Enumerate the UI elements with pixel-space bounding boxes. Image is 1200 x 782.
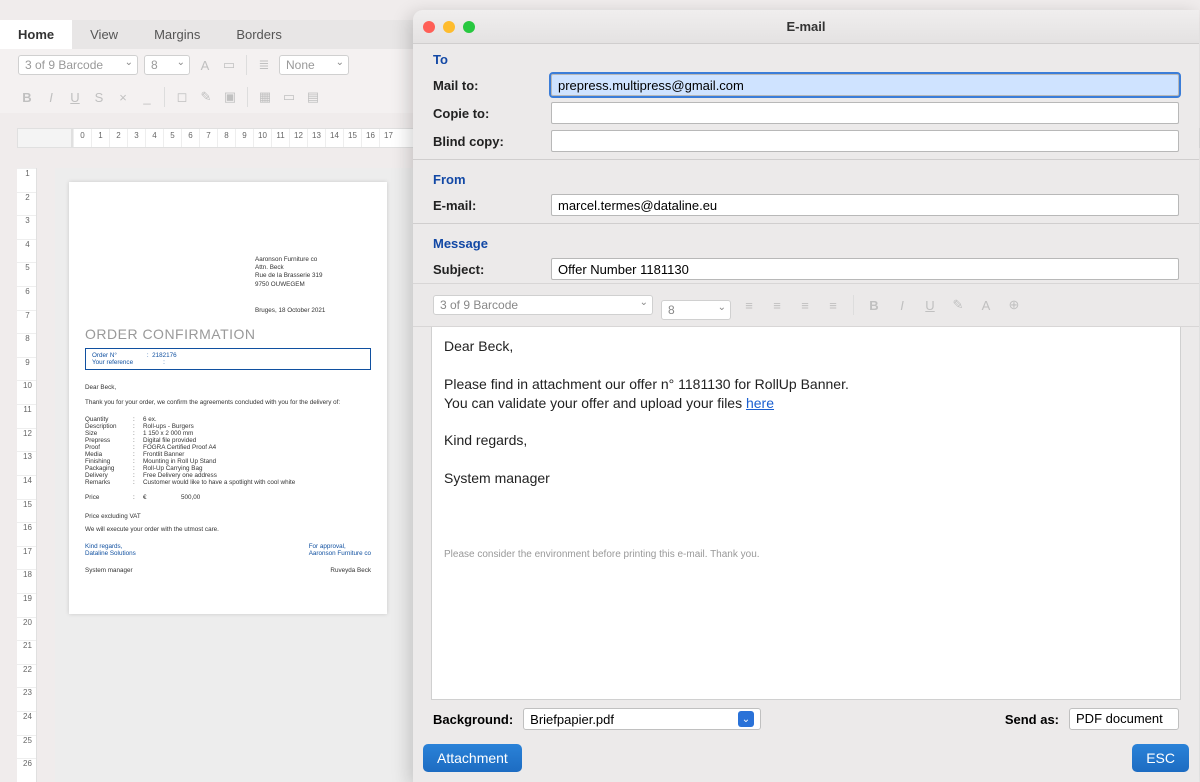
document-page: Aaronson Furniture coAttn. BeckRue de la… <box>69 182 387 614</box>
from-section-label: From <box>413 164 1199 191</box>
signature-block: Kind regards,Dataline Solutions For appr… <box>85 543 371 557</box>
esc-button[interactable]: ESC <box>1132 744 1189 772</box>
order-label: Order N° <box>92 352 117 359</box>
image-icon[interactable]: ▭ <box>280 88 298 106</box>
addressee-block: Aaronson Furniture coAttn. BeckRue de la… <box>255 256 371 289</box>
mailto-label: Mail to: <box>433 78 551 93</box>
clear-icon[interactable]: × <box>114 88 132 106</box>
body-signature: System manager <box>444 469 1168 488</box>
color-icon[interactable]: ▣ <box>221 88 239 106</box>
link-icon[interactable]: ⊕ <box>1004 295 1024 315</box>
bold-icon[interactable]: B <box>18 88 36 106</box>
body-line1: Please find in attachment our offer n° 1… <box>444 375 1168 394</box>
validate-link[interactable]: here <box>746 395 774 411</box>
tab-margins[interactable]: Margins <box>136 20 218 49</box>
body-line2: You can validate your offer and upload y… <box>444 394 1168 413</box>
window-title: E-mail <box>413 19 1199 34</box>
reference-box: Order N°: 2182176 Your reference: <box>85 348 371 370</box>
titlebar: E-mail <box>413 10 1199 44</box>
copie-label: Copie to: <box>433 106 551 121</box>
sendas-label: Send as: <box>1005 712 1059 727</box>
font-size-select[interactable]: 8 <box>144 55 190 75</box>
msg-size-select[interactable]: 8 <box>661 300 731 320</box>
font-toolbar: 3 of 9 Barcode 8 A ▭ ≣ None <box>0 49 420 81</box>
message-body[interactable]: Dear Beck, Please find in attachment our… <box>431 327 1181 700</box>
background-value: Briefpapier.pdf <box>530 712 614 727</box>
subject-input[interactable] <box>551 258 1179 280</box>
sendas-select[interactable]: PDF document <box>1069 708 1179 730</box>
align-center-icon[interactable]: ≡ <box>767 295 787 315</box>
chart-icon[interactable]: ▤ <box>304 88 322 106</box>
ref-label: Your reference <box>92 359 133 366</box>
editor-tabs: HomeViewMarginsBorders <box>0 20 420 49</box>
underline-icon[interactable]: U <box>920 295 940 315</box>
italic-icon[interactable]: I <box>42 88 60 106</box>
ruler-vertical: 1234567891011121314151617181920212223242… <box>17 168 37 782</box>
highlight-icon[interactable]: ▭ <box>220 56 238 74</box>
document-title: ORDER CONFIRMATION <box>85 326 371 342</box>
action-bar: Attachment ESC <box>413 738 1199 782</box>
format-icon[interactable]: ✎ <box>948 295 968 315</box>
shape-icon[interactable]: ◻ <box>173 88 191 106</box>
format-toolbar: B I U S × _ ◻ ✎ ▣ ▦ ▭ ▤ <box>0 81 420 113</box>
message-section-label: Message <box>413 228 1199 255</box>
email-window: E-mail To Mail to: Copie to: Blind copy:… <box>413 10 1199 782</box>
mailto-input[interactable] <box>551 74 1179 96</box>
attachment-button[interactable]: Attachment <box>423 744 522 772</box>
doc-details: Quantity:6 ex.Description:Roll-ups - Bur… <box>85 416 371 486</box>
list-icon[interactable]: ≣ <box>255 56 273 74</box>
body-footer: Please consider the environment before p… <box>444 548 1168 562</box>
strike-icon[interactable]: S <box>90 88 108 106</box>
bold-icon[interactable]: B <box>864 295 884 315</box>
bcc-label: Blind copy: <box>433 134 551 149</box>
background-select[interactable]: Briefpapier.pdf ⌄ <box>523 708 761 730</box>
doc-greeting: Dear Beck, <box>85 384 371 391</box>
message-toolbar: 3 of 9 Barcode 8 ≡ ≡ ≡ ≡ B I U ✎ A ⊕ <box>413 283 1199 327</box>
chevron-down-icon[interactable]: ⌄ <box>738 711 754 727</box>
msg-font-select[interactable]: 3 of 9 Barcode <box>433 295 653 315</box>
tab-home[interactable]: Home <box>0 20 72 49</box>
ruler-corner <box>17 128 72 148</box>
order-value: 2182176 <box>152 352 177 359</box>
table-icon[interactable]: ▦ <box>256 88 274 106</box>
underline-icon[interactable]: U <box>66 88 84 106</box>
line-spacing-select[interactable]: None <box>279 55 349 75</box>
font-color-icon[interactable]: A <box>976 295 996 315</box>
tab-borders[interactable]: Borders <box>218 20 300 49</box>
tab-view[interactable]: View <box>72 20 136 49</box>
body-regards: Kind regards, <box>444 431 1168 450</box>
ex-vat: Price excluding VAT <box>85 513 371 520</box>
subscript-icon[interactable]: _ <box>138 88 156 106</box>
align-justify-icon[interactable]: ≡ <box>823 295 843 315</box>
font-color-icon[interactable]: A <box>196 56 214 74</box>
document-date: Bruges, 18 October 2021 <box>255 307 371 314</box>
subject-label: Subject: <box>433 262 551 277</box>
font-select[interactable]: 3 of 9 Barcode <box>18 55 138 75</box>
align-left-icon[interactable]: ≡ <box>739 295 759 315</box>
bottom-row: Background: Briefpapier.pdf ⌄ Send as: P… <box>413 700 1199 738</box>
italic-icon[interactable]: I <box>892 295 912 315</box>
price-row: Price: € 500,00 <box>85 494 371 501</box>
background-label: Background: <box>433 712 513 727</box>
align-right-icon[interactable]: ≡ <box>795 295 815 315</box>
document-editor: HomeViewMarginsBorders 3 of 9 Barcode 8 … <box>0 20 420 113</box>
body-greeting: Dear Beck, <box>444 337 1168 356</box>
draw-icon[interactable]: ✎ <box>197 88 215 106</box>
from-label: E-mail: <box>433 198 551 213</box>
doc-intro: Thank you for your order, we confirm the… <box>85 399 371 406</box>
execute-line: We will execute your order with the utmo… <box>85 526 371 533</box>
from-input[interactable] <box>551 194 1179 216</box>
copie-input[interactable] <box>551 102 1179 124</box>
to-section-label: To <box>413 44 1199 71</box>
sm-block: System managerRuveyda Beck <box>85 567 371 574</box>
bcc-input[interactable] <box>551 130 1179 152</box>
